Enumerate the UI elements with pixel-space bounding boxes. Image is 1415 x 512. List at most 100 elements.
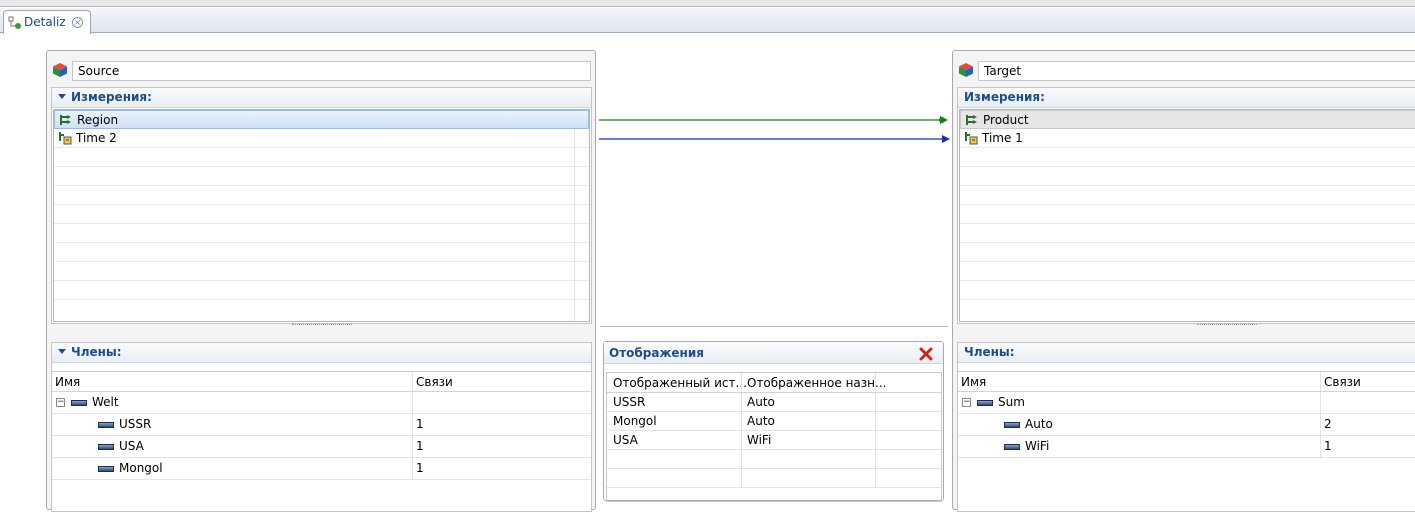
column-divider bbox=[412, 458, 413, 479]
column-divider bbox=[412, 392, 413, 413]
sash-divider[interactable] bbox=[600, 326, 948, 327]
column-divider bbox=[875, 450, 876, 468]
source-dimension-label: Time 2 bbox=[76, 131, 117, 145]
column-divider bbox=[412, 414, 413, 435]
hierarchy-icon bbox=[60, 115, 71, 125]
close-tab-icon[interactable]: × bbox=[72, 17, 83, 28]
collapse-icon[interactable]: − bbox=[962, 398, 971, 407]
target-dimension-label: Time 1 bbox=[982, 131, 1023, 145]
member-name: USSR bbox=[119, 417, 152, 431]
table-row[interactable]: Mongol 1 bbox=[52, 458, 591, 480]
column-divider bbox=[875, 431, 876, 449]
target-dimension-row[interactable]: Time 1 bbox=[960, 129, 1415, 148]
target-dimensions-header[interactable]: Измерения: bbox=[958, 88, 1415, 108]
empty-row bbox=[54, 205, 589, 224]
column-divider bbox=[875, 393, 876, 411]
empty-row bbox=[607, 469, 941, 488]
window-top-strip bbox=[0, 0, 1415, 7]
target-dimension-row[interactable]: Product bbox=[960, 110, 1415, 129]
sash-grip[interactable] bbox=[292, 324, 352, 327]
sash-grip[interactable] bbox=[1197, 324, 1257, 327]
source-members-section: Члены: Имя Связи − Welt USSR 1 USA 1 Mon… bbox=[51, 342, 592, 512]
empty-row bbox=[54, 167, 589, 186]
table-row[interactable]: USA WiFi bbox=[607, 431, 941, 450]
column-header-mapped-target[interactable]: Отображенное назн... bbox=[747, 373, 886, 393]
column-divider bbox=[1320, 392, 1321, 413]
mapped-target: WiFi bbox=[747, 433, 772, 447]
collapse-triangle-icon bbox=[58, 94, 66, 99]
hierarchy-icon bbox=[966, 115, 977, 125]
column-header-name[interactable]: Имя bbox=[961, 372, 986, 392]
column-divider bbox=[412, 436, 413, 457]
source-dimension-label: Region bbox=[77, 113, 119, 127]
column-divider bbox=[412, 372, 413, 391]
column-divider bbox=[1320, 372, 1321, 391]
empty-row bbox=[960, 148, 1415, 167]
source-dimensions-section: Измерения: Region Time 2 bbox=[51, 87, 592, 324]
empty-row bbox=[960, 167, 1415, 186]
column-divider bbox=[741, 412, 742, 430]
source-members-title: Члены: bbox=[71, 345, 122, 359]
table-header: Имя Связи bbox=[958, 372, 1415, 392]
empty-row bbox=[54, 281, 589, 300]
mappings-header: Отображения bbox=[604, 342, 943, 364]
empty-row bbox=[960, 205, 1415, 224]
target-panel: Target Измерения: Product Time 1 Члены: bbox=[952, 50, 1415, 512]
column-header-links[interactable]: Связи bbox=[416, 372, 453, 392]
empty-row bbox=[960, 262, 1415, 281]
member-name: Auto bbox=[1025, 417, 1053, 431]
member-links: 1 bbox=[416, 461, 424, 475]
dimension-links-canvas bbox=[599, 116, 950, 143]
column-divider bbox=[741, 469, 742, 487]
column-divider bbox=[875, 469, 876, 487]
collapse-triangle-icon bbox=[58, 349, 66, 354]
table-row[interactable]: − Welt bbox=[52, 392, 591, 414]
member-icon bbox=[98, 422, 114, 428]
source-members-header[interactable]: Члены: bbox=[52, 343, 591, 363]
member-icon bbox=[98, 444, 114, 450]
table-row[interactable]: WiFi 1 bbox=[958, 436, 1415, 458]
target-name-field[interactable]: Target bbox=[978, 61, 1415, 81]
column-header-mapped-source[interactable]: Отображенный ист... bbox=[613, 373, 747, 393]
source-dimensions-header[interactable]: Измерения: bbox=[52, 88, 591, 108]
target-dimensions-title: Измерения: bbox=[964, 90, 1045, 104]
member-name: USA bbox=[119, 439, 144, 453]
empty-row bbox=[54, 224, 589, 243]
table-row[interactable]: USSR 1 bbox=[52, 414, 591, 436]
delete-icon[interactable] bbox=[919, 347, 933, 361]
source-name-field[interactable]: Source bbox=[72, 61, 591, 81]
mapped-source: Mongol bbox=[613, 414, 657, 428]
member-links: 1 bbox=[1324, 439, 1332, 453]
column-header-name[interactable]: Имя bbox=[55, 372, 80, 392]
empty-row bbox=[607, 450, 941, 469]
mapped-target: Auto bbox=[747, 414, 775, 428]
empty-row bbox=[54, 262, 589, 281]
table-row[interactable]: Auto 2 bbox=[958, 414, 1415, 436]
column-divider bbox=[741, 450, 742, 468]
collapse-icon[interactable]: − bbox=[56, 398, 65, 407]
table-row[interactable]: − Sum bbox=[958, 392, 1415, 414]
editor-tab-label: Detaliz bbox=[24, 15, 66, 29]
column-header-links[interactable]: Связи bbox=[1324, 372, 1361, 392]
column-divider bbox=[875, 373, 876, 392]
mapped-source: USA bbox=[613, 433, 638, 447]
column-divider bbox=[1320, 436, 1321, 457]
source-dimension-row[interactable]: Region bbox=[54, 110, 589, 129]
target-members-header[interactable]: Члены: bbox=[958, 343, 1415, 363]
target-dimensions-section: Измерения: Product Time 1 bbox=[957, 87, 1415, 324]
table-header: Отображенный ист... Отображенное назн... bbox=[607, 373, 941, 393]
link-endpoint-icon bbox=[939, 117, 945, 123]
source-dimension-row[interactable]: Time 2 bbox=[54, 129, 589, 148]
member-name: Welt bbox=[92, 395, 119, 409]
member-icon bbox=[1004, 422, 1020, 428]
empty-row bbox=[960, 186, 1415, 205]
time-hierarchy-icon bbox=[965, 132, 978, 145]
editor-tab-detaliz[interactable]: Detaliz × bbox=[3, 10, 91, 34]
table-row[interactable]: USA 1 bbox=[52, 436, 591, 458]
table-row[interactable]: Mongol Auto bbox=[607, 412, 941, 431]
member-icon bbox=[977, 400, 993, 406]
table-row[interactable]: USSR Auto bbox=[607, 393, 941, 412]
column-divider bbox=[741, 373, 742, 392]
time-hierarchy-icon bbox=[59, 132, 72, 145]
arrowhead-icon bbox=[942, 135, 950, 143]
